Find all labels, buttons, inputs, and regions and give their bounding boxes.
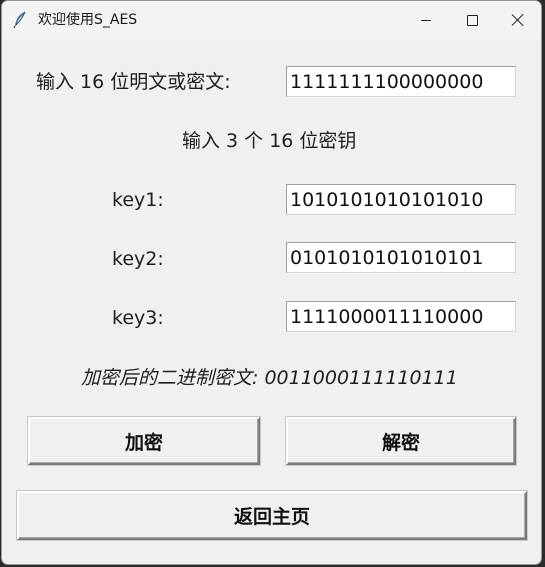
minimize-button[interactable] [403, 1, 449, 39]
minimize-icon [421, 19, 431, 21]
keys-heading: 输入 3 个 16 位密钥 [182, 130, 357, 152]
close-button[interactable] [495, 1, 541, 39]
window-title: 欢迎使用S_AES [38, 12, 138, 28]
key1-label: key1: [112, 189, 164, 211]
ciphertext-result: 加密后的二进制密文: 0011000111110111 [81, 367, 458, 389]
key3-label: key3: [112, 307, 164, 329]
close-icon [512, 14, 524, 26]
feather-icon [12, 11, 28, 29]
plaintext-input[interactable] [286, 66, 516, 97]
maximize-icon [466, 14, 478, 26]
key1-input[interactable] [286, 184, 516, 215]
decrypt-button[interactable]: 解密 [286, 417, 516, 465]
return-home-button[interactable]: 返回主页 [17, 491, 527, 540]
app-window: 欢迎使用S_AES 输入 16 位明文或密文: 输入 3 个 16 位密钥 ke… [1, 0, 542, 565]
plaintext-label: 输入 16 位明文或密文: [36, 71, 231, 93]
key2-label: key2: [112, 248, 164, 270]
key2-input[interactable] [286, 242, 516, 273]
key3-input[interactable] [286, 301, 516, 332]
title-bar[interactable]: 欢迎使用S_AES [2, 1, 541, 39]
encrypt-button[interactable]: 加密 [28, 417, 260, 465]
maximize-button[interactable] [449, 1, 495, 39]
